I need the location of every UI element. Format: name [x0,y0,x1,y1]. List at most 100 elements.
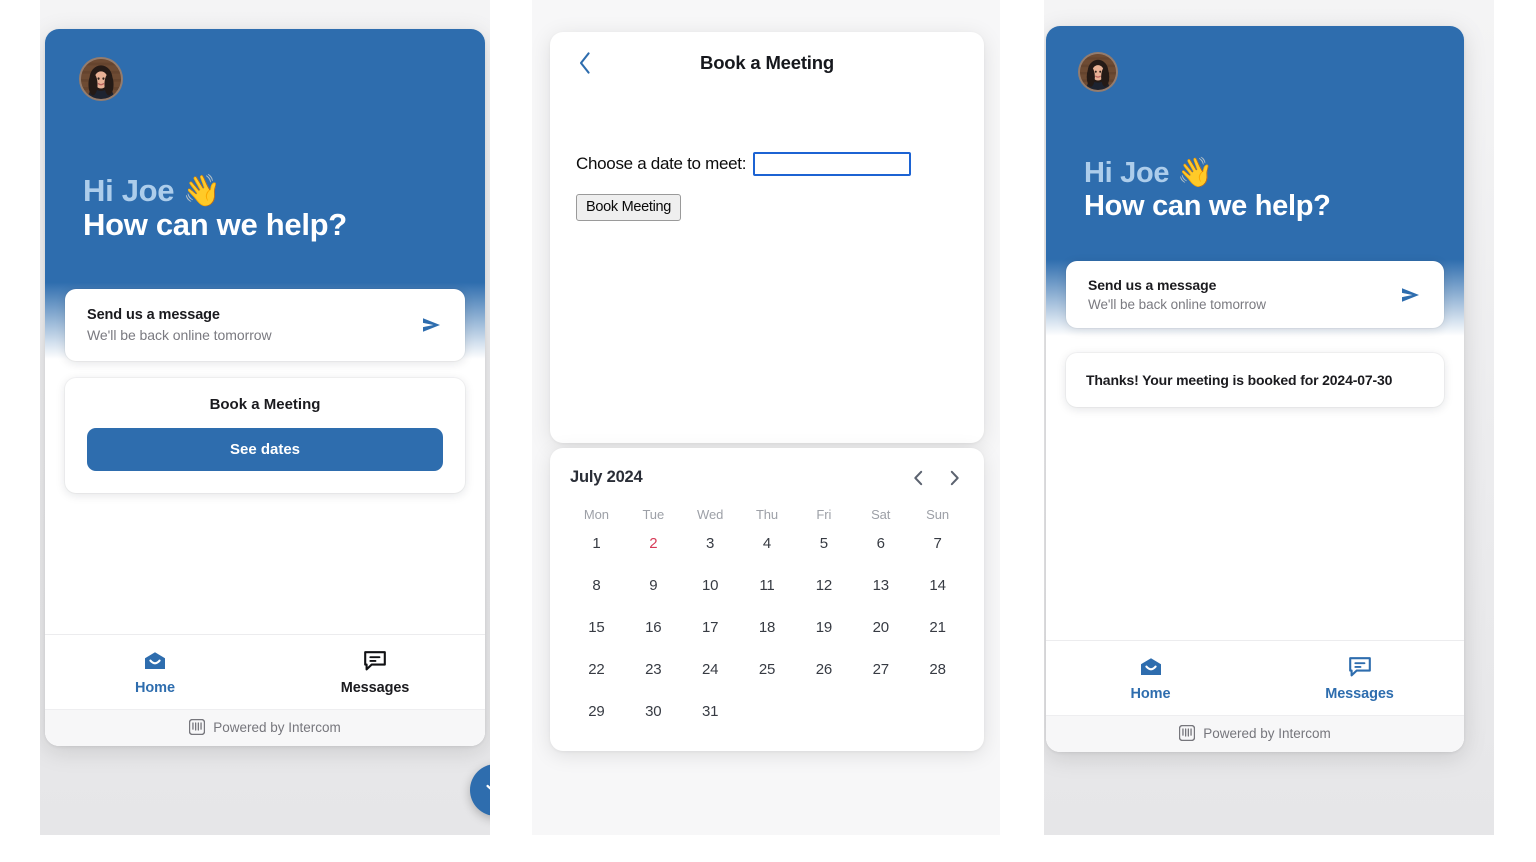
calendar-weekday-header: Tue [642,507,665,522]
send-message-subtitle: We'll be back online tomorrow [87,327,272,343]
calendar-grid: Mon Tue Wed Thu Fri Sat Sun 1 2 3 4 5 6 7 8 9 10 11 12 13 14… [568,503,966,732]
send-us-a-message-card[interactable]: Send us a message We'll be back online t… [1066,261,1444,328]
calendar-prev-month-button[interactable] [910,469,926,487]
powered-by-intercom-label: Powered by Intercom [213,719,341,735]
messages-icon [363,649,387,673]
panel-book-a-meeting: Book a Meeting Choose a date to meet: Bo… [532,0,1000,835]
send-message-text-block: Send us a message We'll be back online t… [87,307,272,343]
date-picker-calendar: July 2024 Mon Tue Wed Thu Fri Sat Sun 1 2 3 4 5 6 7 8 9… [550,448,984,751]
calendar-day[interactable]: 1 [568,522,625,564]
send-message-title: Send us a message [87,307,220,323]
date-input[interactable] [753,152,912,176]
send-message-title: Send us a message [1088,277,1217,293]
chevron-right-icon [950,470,959,485]
calendar-day[interactable]: 27 [852,648,909,690]
home-icon [143,649,167,673]
messages-icon [1348,655,1372,679]
chevron-left-icon [913,470,922,485]
see-dates-button[interactable]: See dates [87,428,443,471]
calendar-day[interactable]: 16 [625,606,682,648]
calendar-day[interactable]: 3 [682,522,739,564]
calendar-day[interactable]: 21 [909,606,966,648]
booking-confirmation-text: Thanks! Your meeting is booked for 2024-… [1086,372,1393,388]
greeting: Hi Joe 👋 How can we help? [83,172,455,243]
nav-item-messages-label: Messages [1325,686,1394,702]
widget-footer: Home Messages Powered by Intercom [45,634,485,746]
calendar-day[interactable]: 13 [852,564,909,606]
calendar-day[interactable]: 29 [568,690,625,732]
greeting-line-2: How can we help? [83,207,347,243]
bottom-nav: Home Messages [45,635,485,709]
calendar-day[interactable]: 10 [682,564,739,606]
calendar-day[interactable]: 6 [852,522,909,564]
widget-body: Send us a message We'll be back online t… [1046,261,1464,640]
calendar-day[interactable]: 22 [568,648,625,690]
nav-item-messages[interactable]: Messages [265,635,485,709]
nav-item-messages-label: Messages [340,680,410,696]
nav-item-home[interactable]: Home [1046,641,1255,715]
calendar-weekday-header: Wed [697,507,724,522]
greeting-line-1: Hi Joe 👋 [83,172,221,208]
calendar-day[interactable]: 26 [795,648,852,690]
book-meeting-form: Choose a date to meet: Book Meeting [550,96,984,221]
send-icon[interactable] [1400,286,1422,304]
book-a-meeting-sheet: Book a Meeting Choose a date to meet: Bo… [550,32,984,443]
calendar-day[interactable]: 4 [739,522,796,564]
calendar-day[interactable]: 8 [568,564,625,606]
home-icon [1139,655,1163,679]
avatar-image [81,59,121,99]
calendar-weekday-header: Sun [926,507,949,522]
choose-date-label: Choose a date to meet: [576,154,747,173]
calendar-day[interactable]: 31 [682,690,739,732]
calendar-day[interactable]: 11 [739,564,796,606]
intercom-widget-home-confirmed: Hi Joe 👋 How can we help? Send us a mess… [1046,26,1464,752]
panel-home-screen: Hi Joe 👋 How can we help? Send us a mess… [40,0,490,835]
calendar-day[interactable]: 9 [625,564,682,606]
calendar-day[interactable]: 23 [625,648,682,690]
avatar [79,57,123,101]
launcher-close-button[interactable] [470,764,490,816]
date-field-row: Choose a date to meet: [576,152,984,176]
calendar-header: July 2024 [568,468,966,487]
greeting: Hi Joe 👋 How can we help? [1084,157,1434,222]
calendar-day[interactable]: 17 [682,606,739,648]
calendar-day[interactable]: 25 [739,648,796,690]
sheet-title: Book a Meeting [700,52,834,73]
calendar-day[interactable]: 19 [795,606,852,648]
send-icon[interactable] [421,316,443,334]
calendar-weekday-header: Fri [816,507,832,522]
bottom-nav: Home Messages [1046,641,1464,715]
sheet-header: Book a Meeting [550,32,984,96]
calendar-weekday-header: Mon [583,507,609,522]
intercom-widget-home: Hi Joe 👋 How can we help? Send us a mess… [45,29,485,746]
send-message-subtitle: We'll be back online tomorrow [1088,297,1266,312]
send-us-a-message-card[interactable]: Send us a message We'll be back online t… [65,289,465,361]
calendar-day[interactable]: 7 [909,522,966,564]
intercom-logo-icon [1179,725,1196,741]
calendar-day[interactable]: 14 [909,564,966,606]
intercom-logo-icon [189,719,206,735]
nav-item-home[interactable]: Home [45,635,265,709]
calendar-day[interactable]: 18 [739,606,796,648]
widget-body: Send us a message We'll be back online t… [45,289,485,634]
calendar-day[interactable]: 28 [909,648,966,690]
calendar-day[interactable]: 2 [625,522,682,564]
powered-by-intercom[interactable]: Powered by Intercom [1046,715,1464,752]
calendar-day[interactable]: 24 [682,648,739,690]
widget-footer: Home Messages Powered by Intercom [1046,640,1464,752]
calendar-next-month-button[interactable] [946,469,962,487]
calendar-day[interactable]: 20 [852,606,909,648]
chevron-down-icon [486,784,490,790]
nav-item-messages[interactable]: Messages [1255,641,1464,715]
powered-by-intercom-label: Powered by Intercom [1203,725,1331,741]
calendar-day[interactable]: 30 [625,690,682,732]
calendar-day[interactable]: 12 [795,564,852,606]
powered-by-intercom[interactable]: Powered by Intercom [45,709,485,746]
calendar-weekday-header: Sat [871,507,891,522]
avatar [1078,52,1118,92]
book-meeting-button[interactable]: Book Meeting [576,194,682,221]
calendar-day[interactable]: 5 [795,522,852,564]
calendar-day[interactable]: 15 [568,606,625,648]
send-message-text-block: Send us a message We'll be back online t… [1088,277,1266,312]
book-a-meeting-title: Book a Meeting [209,396,321,413]
